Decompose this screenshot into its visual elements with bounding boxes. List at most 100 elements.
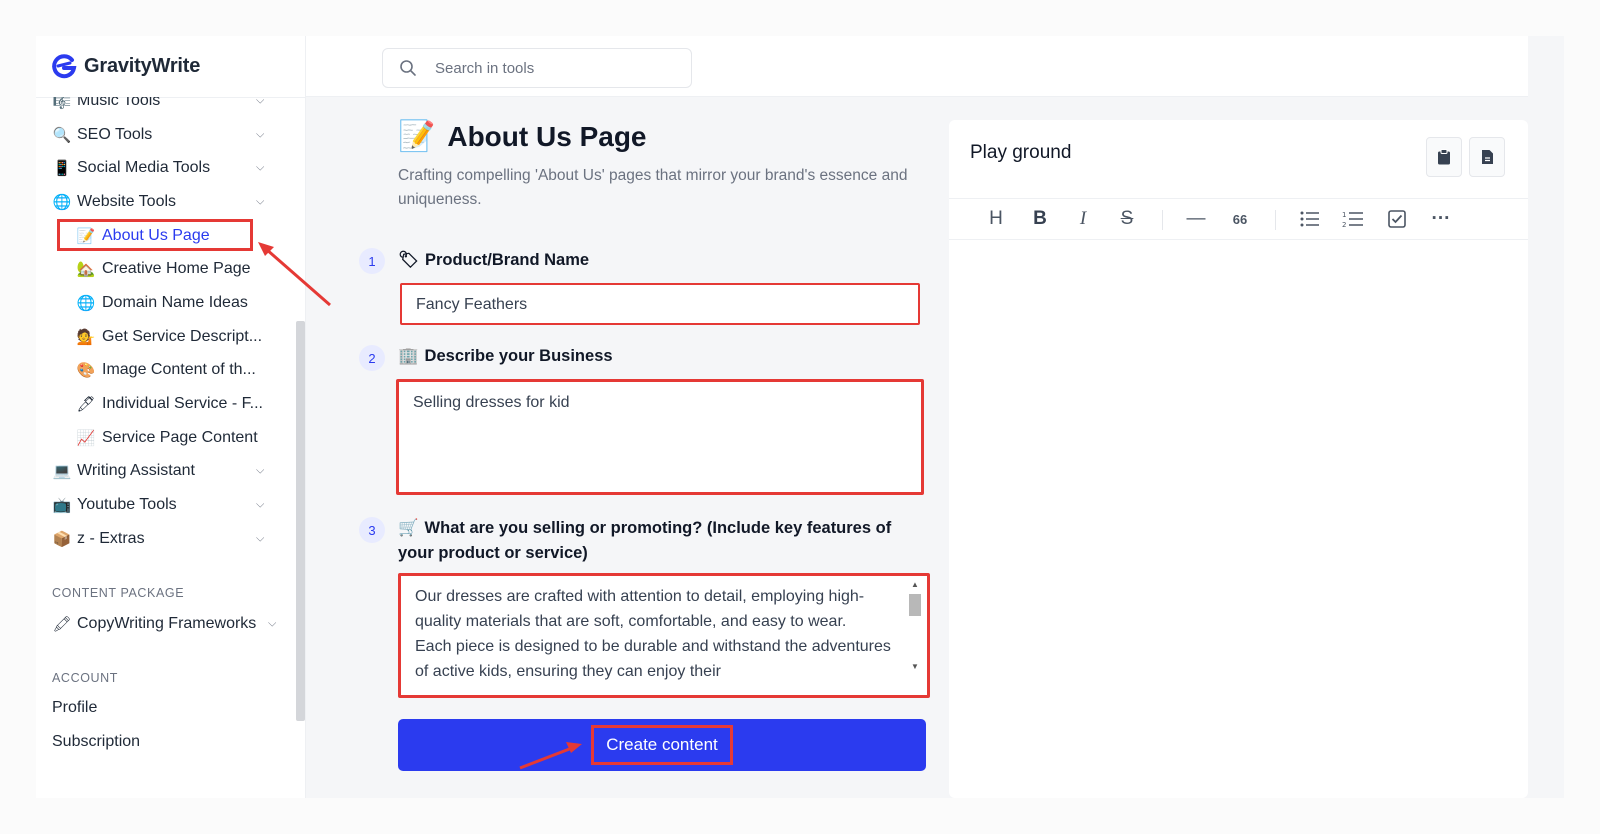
page-title: About Us Page: [447, 120, 647, 152]
music-icon: 🎼: [52, 97, 72, 110]
globe-icon: 🌐: [76, 294, 96, 312]
sidebar-subitem-creative-home-page[interactable]: 🏡 Creative Home Page: [36, 252, 294, 286]
sidebar-item-music-tools[interactable]: 🎼 Music Tools ⌵: [36, 97, 294, 118]
sidebar-item-z-extras[interactable]: 📦 z - Extras ⌵: [36, 522, 294, 556]
chevron-down-icon[interactable]: ⌵: [268, 618, 276, 631]
sidebar-subitem-domain-name-ideas[interactable]: 🌐 Domain Name Ideas: [36, 286, 294, 320]
sidebar-item-copywriting-frameworks[interactable]: 🖍 CopyWriting Frameworks ⌵: [36, 608, 294, 642]
quote-button[interactable]: 66: [1224, 203, 1256, 235]
chevron-down-icon[interactable]: ⌵: [256, 97, 264, 107]
box-icon: 📦: [52, 530, 72, 548]
sidebar-item-label: Music Tools: [77, 97, 161, 109]
sidebar-item-label: Image Content of th...: [102, 361, 256, 379]
sidebar-subitem-service-page-content[interactable]: 📈 Service Page Content: [36, 421, 294, 455]
chevron-down-icon[interactable]: ⌵: [256, 465, 264, 478]
step-number: 3: [359, 517, 385, 543]
field-label-text: Describe your Business: [424, 347, 613, 365]
task-list-button[interactable]: [1381, 203, 1413, 235]
italic-button[interactable]: I: [1067, 203, 1099, 235]
sidebar-subitem-about-us-page[interactable]: 📝 About Us Page: [36, 219, 294, 253]
phone-icon: 📱: [52, 160, 72, 178]
globe-icon: 🌐: [52, 193, 72, 211]
laptop-icon: 💻: [52, 463, 72, 481]
create-content-button[interactable]: Create content: [398, 719, 926, 771]
sidebar-item-label: SEO Tools: [77, 125, 153, 143]
scroll-down-icon[interactable]: ▼: [909, 662, 921, 672]
svg-text:1: 1: [1342, 211, 1346, 219]
search-icon: [400, 60, 416, 76]
sidebar-subitem-individual-service[interactable]: 🖊 Individual Service - F...: [36, 387, 294, 421]
section-label-content-package: CONTENT PACKAGE: [52, 585, 185, 600]
sidebar-item-label: Writing Assistant: [77, 462, 195, 480]
sidebar-item-social-media-tools[interactable]: 📱 Social Media Tools ⌵: [36, 151, 294, 185]
sidebar-scrollbar[interactable]: [296, 321, 305, 721]
chevron-down-icon[interactable]: ⌵: [256, 162, 264, 175]
pen-icon: 🖊: [76, 396, 96, 414]
sidebar-nav: 🎼 Music Tools ⌵ 🔍 SEO Tools ⌵ 📱 Social M…: [36, 97, 294, 798]
chevron-down-icon[interactable]: ⌵: [256, 195, 264, 208]
heading-button[interactable]: H: [980, 203, 1012, 235]
toolbar-separator: [1275, 210, 1276, 230]
sidebar-item-label: Individual Service - F...: [102, 395, 263, 413]
sidebar-link-profile[interactable]: Profile: [36, 691, 294, 725]
playground-panel: Play ground H B I S — 66 1 2 ···: [949, 120, 1528, 798]
textarea-scrollbar[interactable]: ▲ ▼: [909, 580, 921, 692]
brand-name-input[interactable]: Fancy Feathers: [400, 283, 920, 325]
search-input[interactable]: Search in tools: [382, 48, 692, 88]
export-doc-button[interactable]: [1469, 137, 1505, 177]
chart-icon: 📈: [76, 429, 96, 447]
house-icon: 🏡: [76, 261, 96, 279]
chevron-down-icon[interactable]: ⌵: [256, 532, 264, 545]
sidebar-subitem-image-content[interactable]: 🎨 Image Content of th...: [36, 354, 294, 388]
create-content-label: Create content: [591, 725, 733, 765]
sidebar-item-writing-assistant[interactable]: 💻 Writing Assistant ⌵: [36, 455, 294, 489]
bold-button[interactable]: B: [1024, 203, 1056, 235]
selling-features-textarea[interactable]: Our dresses are crafted with attention t…: [398, 573, 930, 698]
cart-icon: 🛒: [398, 519, 419, 537]
step-number: 2: [359, 345, 385, 371]
sidebar-item-label: CopyWriting Frameworks: [77, 615, 257, 633]
person-icon: 💁: [76, 328, 96, 346]
sidebar-item-website-tools[interactable]: 🌐 Website Tools ⌵: [36, 185, 294, 219]
tool-form: 📝 About Us Page Crafting compelling 'Abo…: [306, 97, 946, 798]
field-label-text: Product/Brand Name: [424, 251, 590, 269]
strikethrough-button[interactable]: S: [1111, 203, 1143, 235]
field-label-business: 🏢 Describe your Business: [398, 344, 613, 369]
ordered-list-button[interactable]: 1 2: [1337, 203, 1369, 235]
sidebar-item-youtube-tools[interactable]: 📺 Youtube Tools ⌵: [36, 488, 294, 522]
brand[interactable]: GravityWrite: [50, 50, 200, 82]
top-bar: Search in tools: [306, 36, 1528, 97]
office-icon: 🏢: [398, 347, 419, 365]
bullet-list-button[interactable]: [1294, 203, 1326, 235]
horizontal-rule-button[interactable]: —: [1180, 203, 1212, 235]
more-options-button[interactable]: ···: [1425, 203, 1457, 235]
memo-icon: 📝: [398, 120, 436, 153]
search-placeholder: Search in tools: [435, 59, 535, 77]
chevron-down-icon[interactable]: ⌵: [256, 499, 264, 512]
memo-icon: 📝: [76, 227, 96, 245]
checkbox-icon: [1388, 210, 1406, 228]
sidebar-item-label: Creative Home Page: [102, 260, 251, 278]
clipboard-button[interactable]: [1426, 137, 1462, 177]
tv-icon: 📺: [52, 497, 72, 515]
sidebar-item-seo-tools[interactable]: 🔍 SEO Tools ⌵: [36, 118, 294, 152]
business-description-textarea[interactable]: Selling dresses for kid: [396, 379, 924, 495]
section-label-account: ACCOUNT: [52, 671, 119, 686]
step-number: 1: [359, 248, 385, 274]
chevron-down-icon[interactable]: ⌵: [256, 128, 264, 141]
sidebar-link-subscription[interactable]: Subscription: [36, 725, 294, 759]
document-icon: [1481, 150, 1493, 164]
sidebar-subitem-get-service-description[interactable]: 💁 Get Service Descript...: [36, 320, 294, 354]
crayon-icon: 🖍: [52, 616, 72, 634]
scroll-thumb[interactable]: [909, 594, 921, 616]
svg-text:2: 2: [1342, 221, 1346, 228]
textarea-value: Our dresses are crafted with attention t…: [415, 588, 891, 680]
sidebar-item-label: Get Service Descript...: [102, 327, 263, 345]
tag-icon: 🏷: [398, 251, 419, 269]
page-subtitle: Crafting compelling 'About Us' pages tha…: [398, 167, 908, 208]
clipboard-icon: [1438, 149, 1450, 165]
sidebar: GravityWrite 🎼 Music Tools ⌵ 🔍 SEO Tools…: [36, 36, 306, 798]
scroll-up-icon[interactable]: ▲: [909, 580, 921, 590]
